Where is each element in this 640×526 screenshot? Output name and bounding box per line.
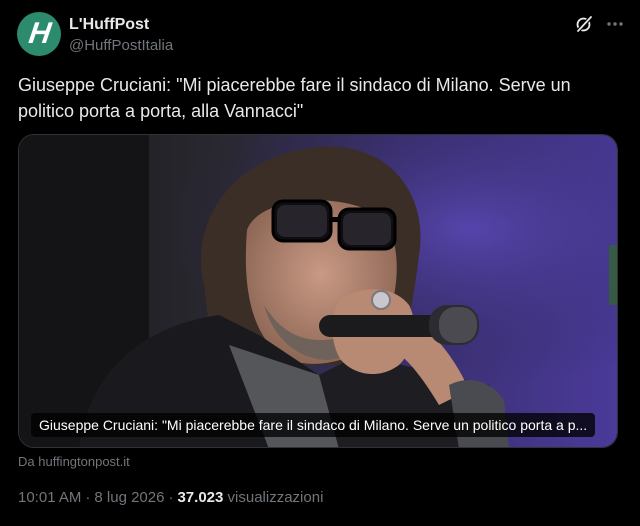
meta-separator-2: · [168, 489, 174, 506]
author-handle[interactable]: @HuffPostItalia [69, 36, 173, 56]
author-names: L'HuffPost @HuffPostItalia [69, 15, 173, 56]
grok-icon[interactable] [574, 14, 594, 34]
tweet-text: Giuseppe Cruciani: "Mi piacerebbe fare i… [18, 75, 571, 121]
link-card-caption: Giuseppe Cruciani: "Mi piacerebbe fare i… [31, 413, 596, 437]
link-source[interactable]: Da huffingtonpost.it [18, 454, 130, 470]
views-count[interactable]: 37.023 [177, 489, 223, 506]
avatar[interactable]: H [17, 12, 61, 56]
tweet-header: H L'HuffPost @HuffPostItalia [17, 12, 626, 58]
tweet-date[interactable]: 8 lug 2026 [94, 489, 164, 506]
more-icon[interactable] [604, 14, 626, 34]
author-display-name[interactable]: L'HuffPost [69, 15, 173, 35]
header-actions [574, 14, 626, 34]
link-card-image[interactable]: Giuseppe Cruciani: "Mi piacerebbe fare i… [18, 134, 618, 448]
tweet-card: H L'HuffPost @HuffPostItalia Giuseppe Cr… [0, 0, 640, 526]
tweet-time[interactable]: 10:01 AM [18, 489, 81, 506]
views-label: visualizzazioni [227, 489, 324, 506]
tweet-meta: 10:01 AM · 8 lug 2026 · 37.023 visualizzazio… [18, 488, 323, 508]
meta-separator: · [85, 489, 91, 506]
photo-illustration [19, 135, 617, 447]
avatar-letter: H [26, 17, 54, 50]
